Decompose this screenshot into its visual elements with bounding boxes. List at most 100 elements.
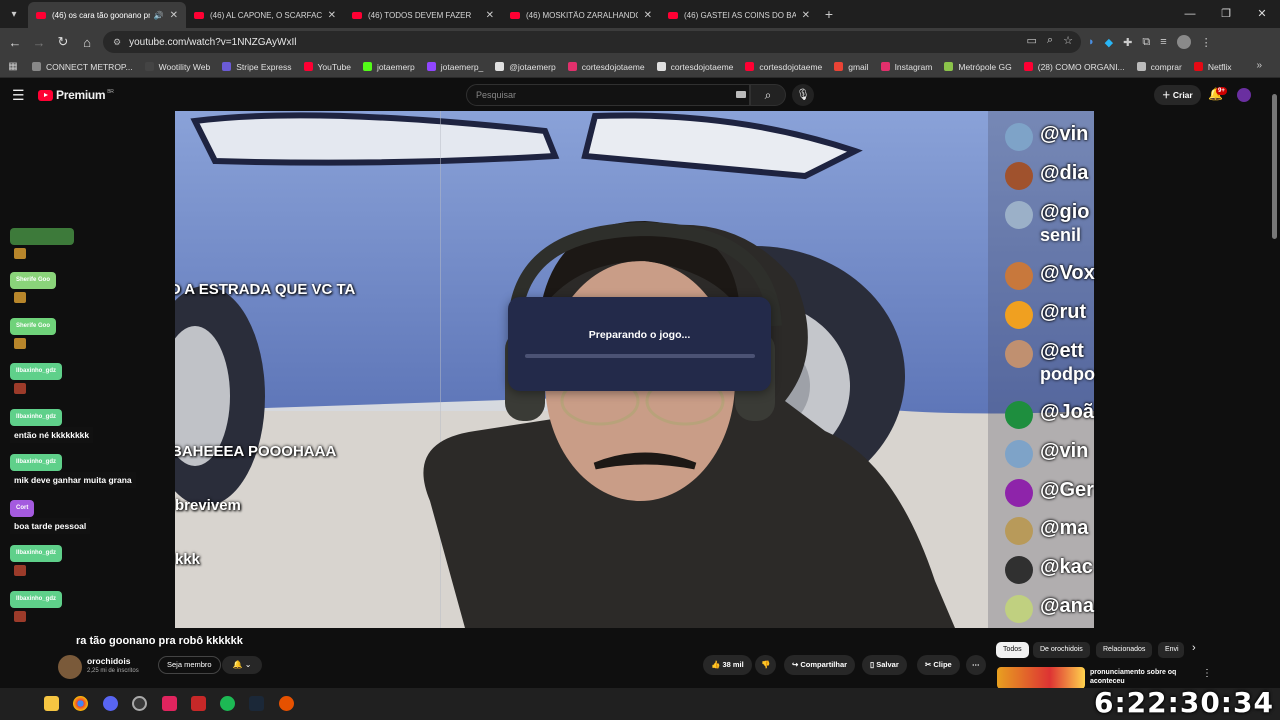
bookmark-item[interactable]: cortesdojotaeme [656,62,733,72]
chip-uploaded[interactable]: Envi [1158,642,1184,658]
extension-icon[interactable]: ◗ [1088,36,1095,48]
bookmark-label: Netflix [1207,61,1232,72]
youtube-favicon-icon [668,11,678,19]
close-tab-icon[interactable]: ✕ [328,10,336,21]
chip-all[interactable]: Todos [996,642,1029,658]
search-button[interactable]: ⌕ [750,84,786,106]
steam-icon[interactable] [249,696,264,711]
like-button[interactable]: 👍 38 mil [703,655,752,675]
more-actions-button[interactable]: ⋯ [966,655,986,675]
bookmark-item[interactable]: YouTube [303,62,351,72]
bookmark-item[interactable]: comprar [1136,62,1182,72]
zoom-icon[interactable]: ⌕ [1047,34,1053,47]
clip-button[interactable]: ✂ Clipe [917,655,960,675]
save-button[interactable]: ▯ Salvar [862,655,907,675]
speaker-icon[interactable]: 🔊 [154,11,164,20]
bookmark-favicon-icon [303,62,313,71]
bookmark-item[interactable]: Metrópole GG [944,61,1012,72]
chip-related[interactable]: Relacionados [1096,642,1153,658]
chatter-avatar [1005,440,1033,468]
channel-avatar[interactable] [58,655,82,679]
chatter-name: @vin [1040,440,1089,462]
scrollbar-thumb[interactable] [1272,94,1277,239]
create-button[interactable]: ＋ Criar [1154,85,1201,105]
hamburger-menu-icon[interactable]: ☰ [12,87,25,104]
subscribed-bell-button[interactable]: 🔔 ⌄ [222,656,262,674]
minimize-icon[interactable]: — [1172,0,1208,28]
tab-search-chevron-icon[interactable]: ▾ [0,0,28,28]
bookmark-item[interactable]: CONNECT METROP... [32,62,133,72]
browser-tab[interactable]: (46) MOSKITÃO ZARALHANDO ✕ [502,2,660,28]
maximize-icon[interactable]: ❐ [1208,0,1244,28]
extensions-puzzle-icon[interactable]: ✚ [1123,36,1132,49]
address-bar[interactable]: ⚙ youtube.com/watch?v=1NNZGAyWxIl ▭ ⌕ ☆ [103,31,1081,53]
recommended-title[interactable]: pronunciamento sobre oq aconteceu [1090,668,1190,686]
reading-list-icon[interactable]: ≡ [1160,36,1166,48]
keyboard-icon[interactable] [736,91,746,98]
browser-tab[interactable]: (46) AL CAPONE, O SCARFACE ✕ [186,2,344,28]
channel-name[interactable]: orochidois [87,656,130,666]
bookmark-star-icon[interactable]: ☆ [1063,34,1073,47]
bookmark-item[interactable]: (28) COMO ORGANI... [1023,62,1125,72]
discord-icon[interactable] [103,696,118,711]
file-explorer-icon[interactable] [44,696,59,711]
bookmark-item[interactable]: Wootility Web [144,62,210,72]
site-info-icon[interactable]: ⚙ [113,37,121,48]
bookmark-favicon-icon [656,62,666,71]
close-window-icon[interactable]: ✕ [1244,0,1280,28]
bookmark-item[interactable]: Stripe Express [222,61,292,72]
menu-kebab-icon[interactable]: ⋮ [1201,36,1212,49]
join-button[interactable]: Seja membro [158,656,221,674]
profile-avatar[interactable] [1176,35,1191,49]
bookmark-item[interactable]: jotaemerp [362,62,415,72]
new-tab-button[interactable]: + [818,6,840,22]
browser-tab[interactable]: (46) GASTEI AS COINS DO BAN ✕ [660,2,818,28]
profile-sync-icon[interactable]: ⧉ [1142,36,1150,49]
cast-icon[interactable]: ▭ [1027,34,1037,47]
bookmark-item[interactable]: cortesdojotaeme [745,62,822,72]
chip-from-channel[interactable]: De orochidois [1033,642,1090,658]
bookmark-label: Metrópole GG [958,61,1012,72]
forward-arrow-icon[interactable]: → [27,35,51,50]
close-tab-icon[interactable]: ✕ [170,10,178,21]
voice-search-button[interactable]: 🎙 [792,84,814,106]
share-button[interactable]: ↪ Compartilhar [784,655,856,675]
page-scrollbar[interactable] [1271,80,1278,688]
app-icon[interactable] [191,696,206,711]
loading-text: Preparando o jogo... [588,329,691,341]
overlay-chat-message: @ana [988,589,1094,627]
dislike-button[interactable]: 👎 [755,655,777,675]
back-arrow-icon[interactable]: ← [3,35,27,50]
close-tab-icon[interactable]: ✕ [802,10,810,21]
bookmark-item[interactable]: jotaemerp_ [426,62,483,72]
recommended-thumbnail[interactable] [997,667,1085,689]
chrome-icon[interactable] [73,696,88,711]
browser-tab[interactable]: (46) os cara tão goonano pr 🔊 ✕ [28,2,186,28]
reload-icon[interactable]: ↻ [51,34,75,50]
search-input[interactable]: Pesquisar [466,84,750,106]
extension-icon[interactable]: ◆ [1105,36,1113,49]
account-avatar[interactable] [1237,88,1251,102]
bookmark-item[interactable]: Instagram [880,62,932,72]
chatter-name: @vin [1040,123,1089,145]
home-icon[interactable]: ⌂ [75,35,99,50]
bookmark-item[interactable]: @jotaemerp [495,62,556,72]
app-icon[interactable] [132,696,147,711]
close-tab-icon[interactable]: ✕ [486,10,494,21]
chevron-right-icon[interactable]: › [1192,642,1196,654]
bookmark-item[interactable]: cortesdojotaeme [567,62,645,72]
bookmark-label: Stripe Express [236,61,292,72]
app-icon[interactable] [279,696,294,711]
spotify-icon[interactable] [220,696,235,711]
youtube-premium-logo[interactable]: Premium BR [38,88,114,102]
bookmark-item[interactable]: Netflix [1193,61,1232,72]
chatter-name: @Ger [1040,479,1094,501]
more-bookmarks-icon[interactable]: » [1256,60,1262,71]
overlay-chat-message: @ett podpo [988,334,1095,384]
browser-tab[interactable]: (46) TODOS DEVEM FAZER ✕ [344,2,502,28]
bookmark-item[interactable]: gmail [834,62,869,72]
close-tab-icon[interactable]: ✕ [644,10,652,21]
apps-grid-icon[interactable]: ▦ [0,61,26,72]
more-vertical-icon[interactable]: ⋮ [1202,668,1212,679]
app-icon[interactable] [162,696,177,711]
